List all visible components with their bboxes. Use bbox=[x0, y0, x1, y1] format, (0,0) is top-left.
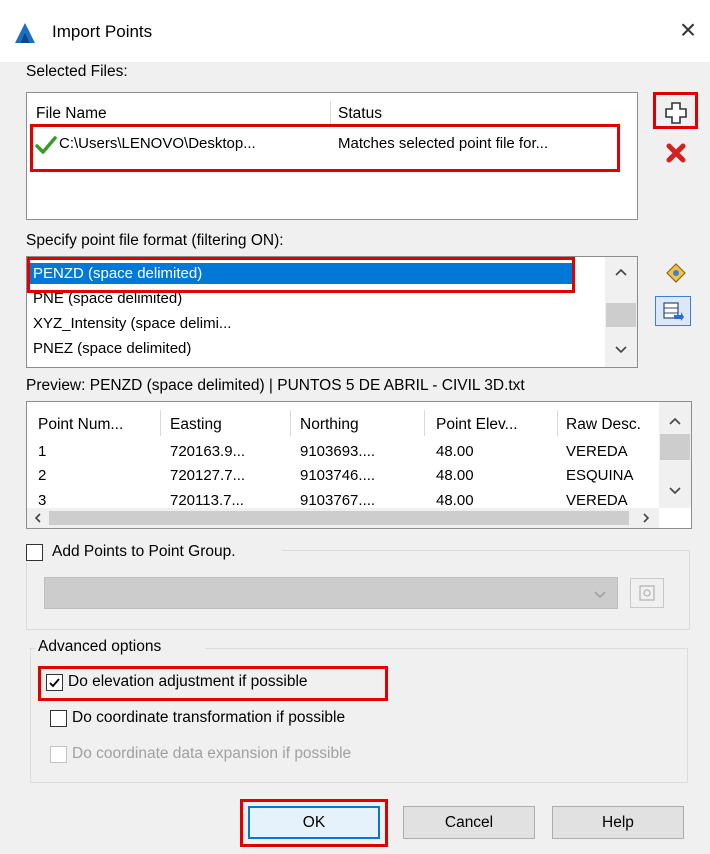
preview-cell: 48.00 bbox=[436, 467, 474, 484]
manage-formats-button[interactable] bbox=[659, 258, 693, 288]
coordinate-expansion-label: Do coordinate data expansion if possible bbox=[72, 745, 352, 762]
preview-col-easting[interactable]: Easting bbox=[170, 416, 222, 434]
scroll-right-icon[interactable] bbox=[641, 512, 651, 524]
preview-cell: ESQUINA bbox=[566, 467, 634, 484]
preview-cell: 9103767.... bbox=[300, 492, 376, 508]
coordinate-transformation-checkbox[interactable] bbox=[50, 710, 67, 727]
column-separator bbox=[330, 101, 331, 125]
window-title: Import Points bbox=[52, 22, 153, 41]
format-item-xyz-intensity[interactable]: XYZ_Intensity (space delimi... bbox=[33, 315, 231, 332]
format-scroll-thumb[interactable] bbox=[606, 303, 636, 327]
add-to-point-group-label: Add Points to Point Group. bbox=[52, 543, 236, 560]
format-settings-icon bbox=[666, 263, 686, 283]
scroll-up-icon[interactable] bbox=[614, 267, 628, 277]
preview-vscroll-thumb[interactable] bbox=[660, 434, 690, 460]
preview-col-point-elevation[interactable]: Point Elev... bbox=[436, 416, 518, 434]
preview-cell: 1 bbox=[38, 443, 47, 460]
table-arrow-icon bbox=[663, 302, 684, 321]
point-group-picker-button[interactable] bbox=[630, 578, 664, 608]
remove-file-button[interactable] bbox=[660, 138, 692, 168]
preview-partial-row: 3 720113.7... 9103767.... 48.00 VEREDA bbox=[27, 490, 657, 508]
preview-cell: 2 bbox=[38, 467, 47, 484]
scroll-up-icon[interactable] bbox=[668, 416, 682, 426]
preview-cell: 720113.7... bbox=[170, 492, 244, 508]
close-icon[interactable]: × bbox=[676, 16, 700, 44]
preview-col-raw-description[interactable]: Raw Desc. bbox=[566, 416, 641, 434]
format-selection-highlight bbox=[27, 257, 575, 293]
advanced-options-title: Advanced options bbox=[38, 638, 162, 655]
file-row-highlight bbox=[30, 124, 620, 172]
ok-button-highlight bbox=[240, 799, 388, 847]
coordinate-expansion-checkbox bbox=[50, 746, 67, 763]
format-label: Specify point file format (filtering ON)… bbox=[26, 232, 284, 249]
column-separator bbox=[160, 410, 161, 436]
preview-cell: 3 bbox=[38, 492, 47, 508]
cancel-button[interactable]: Cancel bbox=[403, 806, 535, 839]
format-properties-button[interactable] bbox=[655, 296, 691, 326]
preview-cell: 48.00 bbox=[436, 492, 474, 508]
preview-cell: 720163.9... bbox=[170, 443, 246, 460]
chevron-down-icon bbox=[594, 591, 606, 598]
preview-cell: 48.00 bbox=[436, 443, 474, 460]
preview-table[interactable]: Point Num... Easting Northing Point Elev… bbox=[26, 401, 692, 529]
column-header-status[interactable]: Status bbox=[338, 105, 382, 123]
preview-cell: VEREDA bbox=[566, 492, 628, 508]
column-separator bbox=[290, 410, 291, 436]
preview-col-northing[interactable]: Northing bbox=[300, 416, 359, 434]
point-group-dropdown[interactable] bbox=[44, 577, 618, 609]
scroll-down-icon[interactable] bbox=[614, 345, 628, 355]
scroll-left-icon[interactable] bbox=[33, 512, 43, 524]
delete-x-icon bbox=[666, 143, 686, 163]
selected-files-label: Selected Files: bbox=[26, 63, 128, 80]
elevation-adjustment-highlight bbox=[38, 666, 388, 701]
help-button[interactable]: Help bbox=[552, 806, 684, 839]
column-separator bbox=[557, 410, 558, 436]
preview-cell: 9103746.... bbox=[300, 467, 376, 484]
autocad-logo-icon bbox=[15, 23, 35, 43]
format-item-pnez[interactable]: PNEZ (space delimited) bbox=[33, 340, 191, 357]
column-separator bbox=[424, 410, 425, 436]
preview-cell: 9103693.... bbox=[300, 443, 376, 460]
coordinate-transformation-label: Do coordinate transformation if possible bbox=[72, 709, 346, 726]
preview-cell: VEREDA bbox=[566, 443, 628, 460]
preview-label: Preview: PENZD (space delimited) | PUNTO… bbox=[26, 377, 525, 394]
point-group-icon bbox=[639, 585, 655, 601]
preview-hscroll-thumb[interactable] bbox=[49, 511, 629, 525]
preview-col-point-number[interactable]: Point Num... bbox=[38, 416, 123, 434]
column-header-file-name[interactable]: File Name bbox=[36, 105, 107, 123]
add-file-highlight bbox=[653, 92, 698, 129]
add-to-point-group-checkbox[interactable] bbox=[26, 544, 43, 561]
preview-cell: 720127.7... bbox=[170, 467, 246, 484]
scroll-down-icon[interactable] bbox=[668, 486, 682, 496]
